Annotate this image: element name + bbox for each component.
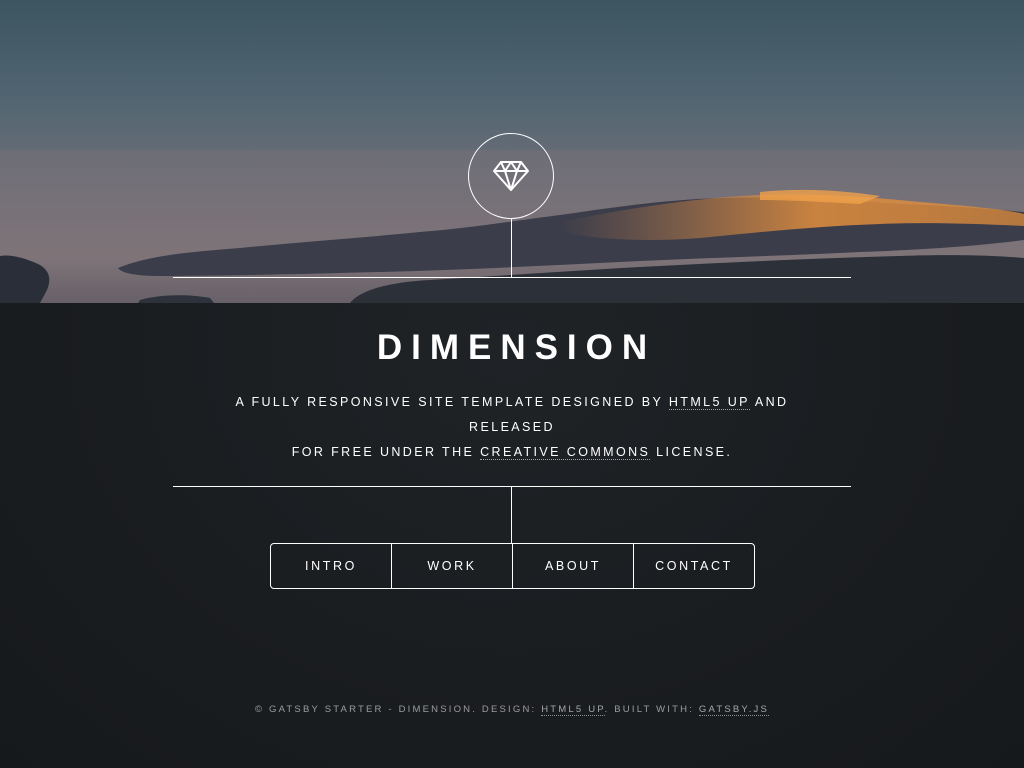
nav-item-intro[interactable]: INTRO	[271, 544, 391, 588]
tagline: A FULLY RESPONSIVE SITE TEMPLATE DESIGNE…	[192, 390, 832, 465]
content-background	[0, 303, 1024, 768]
footer-text: © GATSBY STARTER - DIMENSION. DESIGN:	[254, 704, 542, 715]
logo	[468, 133, 554, 219]
site-title: DIMENSION	[376, 328, 657, 367]
tagline-text: A FULLY RESPONSIVE SITE TEMPLATE DESIGNE…	[235, 395, 669, 409]
footer: © GATSBY STARTER - DIMENSION. DESIGN: HT…	[0, 704, 1024, 716]
footer-gatsby-link[interactable]: GATSBY.JS	[698, 704, 770, 716]
nav-item-about[interactable]: ABOUT	[512, 544, 633, 588]
nav-item-work[interactable]: WORK	[391, 544, 512, 588]
tagline-text: LICENSE.	[650, 445, 733, 459]
diamond-icon	[493, 161, 529, 191]
footer-html5up-link[interactable]: HTML5 UP	[541, 704, 605, 716]
html5up-link[interactable]: HTML5 UP	[668, 395, 750, 410]
tagline-text: FOR FREE UNDER THE	[291, 445, 481, 459]
page: DIMENSION A FULLY RESPONSIVE SITE TEMPLA…	[0, 0, 1024, 768]
header-divider-top	[173, 277, 851, 278]
main-nav: INTRO WORK ABOUT CONTACT	[270, 543, 755, 589]
creative-commons-link[interactable]: CREATIVE COMMONS	[480, 445, 651, 460]
footer-text: . BUILT WITH:	[604, 704, 699, 715]
logo-connector-line	[511, 219, 512, 277]
header-divider-bottom	[173, 486, 851, 487]
nav-connector-line	[511, 486, 512, 543]
nav-item-contact[interactable]: CONTACT	[633, 544, 754, 588]
